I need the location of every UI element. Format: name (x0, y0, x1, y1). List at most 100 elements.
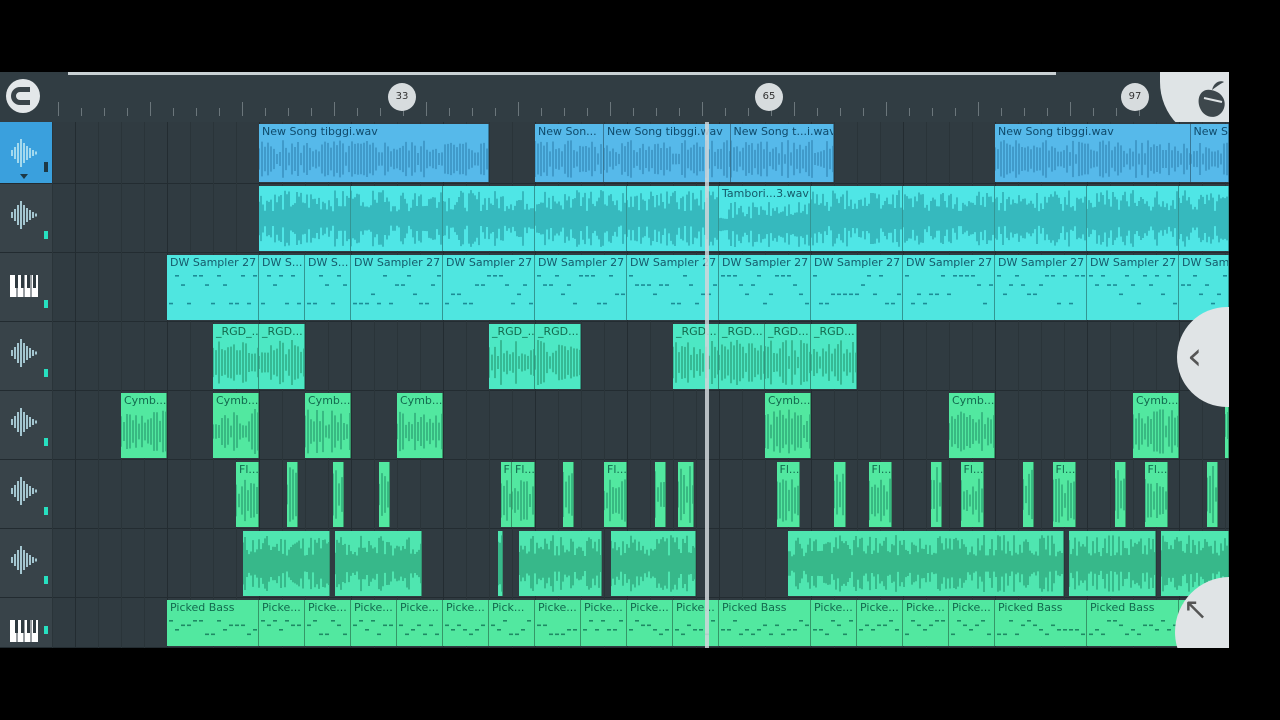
clip[interactable]: DW Sampler 27 (443, 255, 535, 320)
clip[interactable] (677, 462, 694, 527)
clip[interactable]: _RGD... (811, 324, 857, 389)
clip[interactable]: DW S... (305, 255, 351, 320)
clip[interactable]: _RGD... (765, 324, 811, 389)
clip[interactable]: _RGD_... (489, 324, 535, 389)
playlist-grid[interactable]: New Song tibggi.wav New Son... New Song ti… (52, 122, 1229, 648)
clip[interactable] (351, 186, 443, 251)
clip[interactable] (1087, 186, 1179, 251)
clip[interactable]: _RGD_... (213, 324, 259, 389)
clip[interactable] (259, 186, 351, 251)
clip[interactable]: New Song tibggi.wav (995, 124, 1191, 182)
clip[interactable] (498, 531, 503, 596)
clip[interactable] (610, 531, 696, 596)
bar-marker-97[interactable]: 97 (1121, 83, 1149, 111)
clip[interactable]: Picke... (305, 600, 351, 646)
clip[interactable]: Cymb... (765, 393, 811, 458)
clip[interactable]: New Song tibggi.wav (259, 124, 489, 182)
clip[interactable] (378, 462, 391, 527)
clip[interactable] (1206, 462, 1219, 527)
clip[interactable]: Cymb... (949, 393, 995, 458)
track-header-1[interactable] (0, 122, 52, 184)
clip[interactable] (1022, 462, 1035, 527)
clip[interactable]: DW Sampler 27 (351, 255, 443, 320)
clip[interactable] (788, 531, 1064, 596)
clip[interactable]: New Son... (535, 124, 604, 182)
clip[interactable]: Fl... (1144, 462, 1168, 527)
clip[interactable]: Picke... (903, 600, 949, 646)
clip[interactable]: DW Sampler 27 (719, 255, 811, 320)
magnet-icon[interactable] (6, 79, 40, 113)
clip[interactable]: New Song (1190, 124, 1229, 182)
scroll-bar[interactable] (68, 72, 1056, 75)
track-header-2[interactable] (0, 184, 52, 253)
clip[interactable]: Cymb... (121, 393, 167, 458)
clip[interactable]: Fl... (960, 462, 984, 527)
clip[interactable]: Picke... (811, 600, 857, 646)
clip[interactable] (995, 186, 1087, 251)
clip[interactable]: Picked Bass (995, 600, 1087, 646)
clip[interactable]: Picked Bass (719, 600, 811, 646)
clip[interactable]: Picke... (351, 600, 397, 646)
clip[interactable]: Fl... (776, 462, 800, 527)
clip[interactable]: DW Sampler 27 (167, 255, 259, 320)
clip[interactable] (535, 186, 627, 251)
playhead[interactable] (705, 122, 710, 648)
clip[interactable]: Cymb... (1133, 393, 1179, 458)
clip[interactable] (518, 531, 602, 596)
timeline-ruler[interactable]: 33 65 97 (0, 72, 1229, 142)
clip[interactable]: Fl... (604, 462, 627, 527)
clip[interactable]: DW Sampler 27 (811, 255, 903, 320)
clip[interactable] (903, 186, 995, 251)
clip[interactable]: _RGD... (673, 324, 719, 389)
chevron-down-icon[interactable] (20, 174, 28, 179)
clip[interactable] (242, 531, 331, 596)
clip[interactable]: Picke... (259, 600, 305, 646)
clip[interactable] (811, 186, 903, 251)
clip[interactable] (286, 462, 299, 527)
clip[interactable] (834, 462, 846, 527)
clip[interactable] (332, 462, 345, 527)
clip[interactable]: Fl (500, 462, 512, 527)
clip[interactable]: Picke... (949, 600, 995, 646)
clip[interactable]: Fl... (236, 462, 259, 527)
clip[interactable]: Cymb... (305, 393, 351, 458)
clip[interactable]: Fl... (512, 462, 535, 527)
clip[interactable]: Fl... (1052, 462, 1076, 527)
clip[interactable]: DW Sampler 27 (995, 255, 1087, 320)
clip[interactable]: Picked Bass (1087, 600, 1179, 646)
clip[interactable]: New Song tibggi.wav (604, 124, 731, 182)
clip[interactable] (1114, 462, 1127, 527)
clip[interactable] (1179, 186, 1229, 251)
clip[interactable]: Picke... (857, 600, 903, 646)
clip[interactable]: Picke... (627, 600, 673, 646)
clip[interactable]: Cymb... (213, 393, 259, 458)
track-header-5[interactable] (0, 391, 52, 460)
clip[interactable]: Picke... (535, 600, 581, 646)
clip[interactable]: Tambori...3.wav (719, 186, 811, 251)
clip[interactable]: DW Sampler 27 (535, 255, 627, 320)
clip[interactable]: Cymb... (397, 393, 443, 458)
clip[interactable]: _RGD... (719, 324, 765, 389)
clip[interactable] (443, 186, 535, 251)
bar-marker-33[interactable]: 33 (388, 83, 416, 111)
clip[interactable]: Picked Bass (167, 600, 259, 646)
clip[interactable]: Picke... (581, 600, 627, 646)
clip[interactable] (334, 531, 423, 596)
clip[interactable]: Pick... (489, 600, 535, 646)
track-header-7[interactable] (0, 529, 52, 598)
clip[interactable]: New Song t...i.wav (730, 124, 834, 182)
clip[interactable]: Picke... (397, 600, 443, 646)
clip[interactable]: _RGD... (259, 324, 305, 389)
clip[interactable] (930, 462, 943, 527)
clip[interactable]: DW Sampler 27 (903, 255, 995, 320)
track-header-3[interactable] (0, 253, 52, 322)
clip[interactable]: DW Sampler 27 (1087, 255, 1179, 320)
clip[interactable]: Fl... (868, 462, 892, 527)
track-header-8[interactable] (0, 598, 52, 648)
clip[interactable]: _RGD... (535, 324, 581, 389)
track-header-4[interactable] (0, 322, 52, 391)
clip[interactable]: Picke... (673, 600, 719, 646)
clip[interactable]: Picke... (443, 600, 489, 646)
clip[interactable]: DW S... (259, 255, 305, 320)
bar-marker-65[interactable]: 65 (755, 83, 783, 111)
